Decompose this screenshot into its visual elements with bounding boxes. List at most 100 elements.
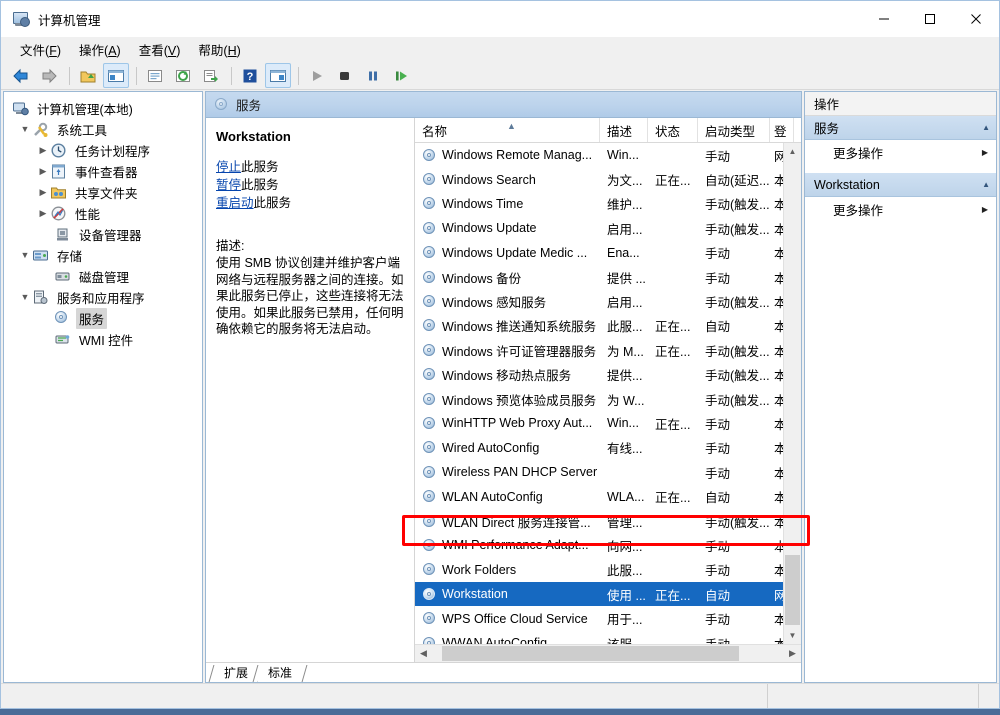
action-more-actions-workstation[interactable]: 更多操作 ▶ — [805, 197, 996, 222]
restart-link[interactable]: 重启动 — [216, 196, 254, 210]
pause-service-icon[interactable] — [360, 63, 386, 88]
tab-standard[interactable]: 标准 — [258, 665, 302, 682]
tree-item-disk-management[interactable]: 磁盘管理 — [4, 266, 202, 287]
table-row[interactable]: Windows Update Medic ...Ena...手动本 — [415, 241, 801, 265]
refresh-icon[interactable] — [170, 63, 196, 88]
tab-extended[interactable]: 扩展 — [214, 665, 258, 682]
cell-startup-type: 手动(触发... — [698, 194, 770, 213]
table-row[interactable]: Windows 移动热点服务提供...手动(触发...本 — [415, 363, 801, 387]
collapse-triangle-icon[interactable]: ▲ — [982, 180, 990, 189]
table-row[interactable]: Work Folders此服...手动本 — [415, 558, 801, 582]
tree-item-services[interactable]: 服务 — [4, 308, 202, 329]
table-row[interactable]: WMI Performance Adapt...向网...手动本 — [415, 533, 801, 557]
vertical-scroll-track[interactable] — [784, 160, 801, 627]
help-icon[interactable]: ? — [237, 63, 263, 88]
stop-service-icon[interactable] — [332, 63, 358, 88]
table-row[interactable]: Windows 备份提供 ...手动本 — [415, 265, 801, 289]
actions-group-services-header[interactable]: 服务 ▲ — [805, 116, 996, 140]
svg-text:?: ? — [247, 71, 254, 83]
column-header-log-on-as[interactable]: 登 — [770, 118, 794, 142]
expander-icon[interactable]: ▶ — [36, 182, 50, 203]
tree-item-storage[interactable]: ▼ 存储 — [4, 245, 202, 266]
menu-help[interactable]: 帮助(H) — [189, 37, 249, 62]
column-header-name[interactable]: 名称 ▲ — [415, 118, 600, 142]
cell-description: 启用... — [600, 219, 648, 238]
column-header-startup-type[interactable]: 启动类型 — [698, 118, 770, 142]
expander-icon[interactable]: ▼ — [18, 119, 32, 140]
stop-service-action[interactable]: 停止此服务 — [216, 159, 406, 176]
action-more-actions-services[interactable]: 更多操作 ▶ — [805, 140, 996, 165]
cell-name: Workstation — [415, 587, 600, 602]
tree-item-shared-folders[interactable]: ▶ 共享文件夹 — [4, 182, 202, 203]
toolbar-separator — [298, 67, 299, 85]
scroll-left-arrow-icon[interactable]: ◀ — [415, 645, 432, 662]
table-row[interactable]: WPS Office Cloud Service用于...手动本 — [415, 606, 801, 630]
expander-icon[interactable]: ▼ — [18, 287, 32, 308]
services-icon — [54, 310, 71, 327]
tree-item-task-scheduler[interactable]: ▶ 任务计划程序 — [4, 140, 202, 161]
horizontal-scroll-track[interactable] — [432, 645, 784, 662]
service-name-text: WWAN AutoConfig — [442, 636, 547, 644]
table-row[interactable]: Windows Remote Manag...Win...手动网 — [415, 143, 801, 167]
restart-service-action[interactable]: 重启动此服务 — [216, 195, 406, 212]
restart-service-icon[interactable] — [388, 63, 414, 88]
table-row[interactable]: Windows 推送通知系统服务此服...正在...自动本 — [415, 314, 801, 338]
menu-view[interactable]: 查看(V) — [130, 37, 190, 62]
back-icon[interactable] — [8, 63, 34, 88]
service-gear-icon — [422, 221, 437, 236]
table-row[interactable]: Wired AutoConfig有线...手动本 — [415, 436, 801, 460]
column-header-status[interactable]: 状态 — [648, 118, 698, 142]
tree-item-device-manager[interactable]: 设备管理器 — [4, 224, 202, 245]
show-action-pane-icon[interactable] — [265, 63, 291, 88]
scroll-up-arrow-icon[interactable]: ▲ — [784, 143, 801, 160]
table-row[interactable]: WWAN AutoConfig该服...手动本 — [415, 631, 801, 644]
column-header-description[interactable]: 描述 — [600, 118, 648, 142]
maximize-button[interactable] — [907, 1, 953, 37]
table-row[interactable]: WLAN AutoConfigWLA...正在...自动本 — [415, 484, 801, 508]
horizontal-scrollbar[interactable]: ◀ ▶ — [415, 644, 801, 662]
vertical-scrollbar[interactable]: ▲ ▼ — [783, 143, 801, 644]
minimize-button[interactable] — [861, 1, 907, 37]
collapse-triangle-icon[interactable]: ▲ — [982, 123, 990, 132]
scroll-right-arrow-icon[interactable]: ▶ — [784, 645, 801, 662]
expander-icon[interactable]: ▼ — [18, 245, 32, 266]
table-row[interactable]: Workstation使用 ...正在...自动网 — [415, 582, 801, 606]
tree-item-wmi-control[interactable]: WMI 控件 — [4, 329, 202, 350]
table-row[interactable]: Windows 预览体验成员服务为 W...手动(触发...本 — [415, 387, 801, 411]
tree-item-event-viewer[interactable]: ▶ 事件查看器 — [4, 161, 202, 182]
table-row[interactable]: Windows 许可证管理器服务为 M...正在...手动(触发...本 — [415, 338, 801, 362]
properties-icon[interactable] — [142, 63, 168, 88]
scroll-down-arrow-icon[interactable]: ▼ — [784, 627, 801, 644]
up-folder-icon[interactable] — [75, 63, 101, 88]
table-row[interactable]: Wireless PAN DHCP Server手动本 — [415, 460, 801, 484]
expander-icon[interactable]: ▶ — [36, 161, 50, 182]
close-button[interactable] — [953, 1, 999, 37]
cell-startup-type: 手动(触发... — [698, 341, 770, 360]
start-service-icon[interactable] — [304, 63, 330, 88]
cell-startup-type: 手动 — [698, 609, 770, 628]
menu-file[interactable]: 文件(F) — [11, 37, 70, 62]
tree-item-root[interactable]: 计算机管理(本地) — [4, 98, 202, 119]
vertical-scroll-thumb[interactable] — [785, 555, 800, 625]
table-row[interactable]: WinHTTP Web Proxy Aut...Win...正在...手动本 — [415, 411, 801, 435]
tree-item-performance[interactable]: ▶ 性能 — [4, 203, 202, 224]
export-list-icon[interactable] — [198, 63, 224, 88]
expander-icon[interactable]: ▶ — [36, 140, 50, 161]
table-row[interactable]: Windows Update启用...手动(触发...本 — [415, 216, 801, 240]
pause-service-action[interactable]: 暂停此服务 — [216, 177, 406, 194]
tree-item-label: 设备管理器 — [76, 224, 145, 245]
forward-icon[interactable] — [36, 63, 62, 88]
menu-action[interactable]: 操作(A) — [70, 37, 130, 62]
actions-group-workstation-header[interactable]: Workstation ▲ — [805, 173, 996, 197]
stop-link[interactable]: 停止 — [216, 160, 241, 174]
show-hide-console-tree-icon[interactable] — [103, 63, 129, 88]
table-row[interactable]: Windows 感知服务启用...手动(触发...本 — [415, 289, 801, 313]
table-row[interactable]: Windows Time维护...手动(触发...本 — [415, 192, 801, 216]
tree-item-system-tools[interactable]: ▼ 系统工具 — [4, 119, 202, 140]
table-row[interactable]: WLAN Direct 服务连接管...管理...手动(触发...本 — [415, 509, 801, 533]
table-row[interactable]: Windows Search为文...正在...自动(延迟...本 — [415, 167, 801, 191]
pause-link[interactable]: 暂停 — [216, 178, 241, 192]
horizontal-scroll-thumb[interactable] — [442, 646, 739, 661]
tree-item-services-and-applications[interactable]: ▼ 服务和应用程序 — [4, 287, 202, 308]
expander-icon[interactable]: ▶ — [36, 203, 50, 224]
